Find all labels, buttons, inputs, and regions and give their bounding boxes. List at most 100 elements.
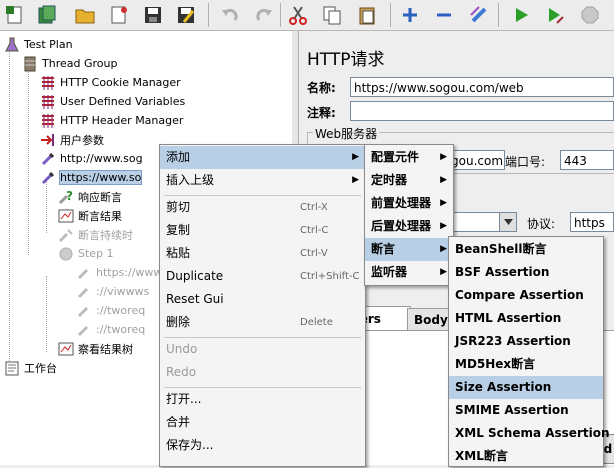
menu-item-post-processor[interactable]: 后置处理器 ▶: [365, 215, 453, 238]
tree-node-step1-child-2[interactable]: ://viwwws: [76, 282, 149, 301]
tree-node-thread-group[interactable]: Thread Group: [22, 54, 117, 73]
redo-icon[interactable]: [252, 3, 276, 27]
config-element-icon: [40, 75, 56, 91]
workbench-icon: [4, 360, 20, 376]
server-name-field[interactable]: gou.com: [447, 150, 505, 170]
submenu-arrow-icon: ▶: [440, 267, 447, 277]
assertion-icon: ?: [58, 189, 74, 205]
paste-icon[interactable]: [355, 3, 379, 27]
menu-item-reset-gui[interactable]: Reset Gui: [160, 288, 365, 311]
port-field[interactable]: 443: [560, 150, 614, 170]
menu-item-pre-processor[interactable]: 前置处理器 ▶: [365, 192, 453, 215]
expand-icon[interactable]: [398, 3, 422, 27]
stop-icon[interactable]: [578, 3, 602, 27]
tree-node-step-1[interactable]: Step 1: [58, 244, 114, 263]
menu-item-cut[interactable]: 剪切 Ctrl-X: [160, 196, 365, 219]
sampler-pipette-icon: [76, 303, 92, 319]
panel-title: HTTP请求: [307, 50, 385, 70]
menu-item-jsr223-assertion[interactable]: JSR223 Assertion: [449, 330, 603, 353]
new-template-icon[interactable]: [3, 3, 27, 27]
add-submenu: 配置元件 ▶ 定时器 ▶ 前置处理器 ▶ 后置处理器 ▶ 断言 ▶ 监听器 ▶: [364, 144, 454, 286]
menu-item-timer[interactable]: 定时器 ▶: [365, 169, 453, 192]
menu-item-insert-parent[interactable]: 插入上级 ▶: [160, 169, 365, 192]
comment-field[interactable]: [350, 101, 614, 121]
method-dropdown-arrow-icon[interactable]: [499, 212, 517, 232]
menu-item-save-as[interactable]: 保存为...: [160, 434, 365, 457]
templates-icon[interactable]: [35, 3, 59, 27]
start-no-pause-icon[interactable]: [543, 3, 567, 27]
sampler-pipette-icon: [40, 170, 56, 186]
menu-item-undo[interactable]: Undo: [160, 338, 365, 361]
menu-item-html-assertion[interactable]: HTML Assertion: [449, 307, 603, 330]
menu-item-open[interactable]: 打开...: [160, 388, 365, 411]
menu-item-assertion[interactable]: 断言 ▶: [365, 238, 453, 261]
menu-item-beanshell-assertion[interactable]: BeanShell断言: [449, 238, 603, 261]
tree-node-sampler-1[interactable]: http://www.sog: [40, 149, 143, 168]
menu-item-smime-assertion[interactable]: SMIME Assertion: [449, 399, 603, 422]
submenu-arrow-icon: ▶: [440, 175, 447, 185]
tree-node-cookie-manager[interactable]: HTTP Cookie Manager: [40, 73, 181, 92]
tree-node-response-assertion[interactable]: ? 响应断言: [58, 187, 122, 206]
menu-item-redo[interactable]: Redo: [160, 361, 365, 384]
sampler-pipette-icon: [40, 151, 56, 167]
submenu-arrow-icon: ▶: [440, 244, 447, 254]
submenu-arrow-icon: ▶: [352, 175, 359, 185]
submenu-arrow-icon: ▶: [440, 221, 447, 231]
menu-item-duplicate[interactable]: Duplicate Ctrl+Shift-C: [160, 265, 365, 288]
toolbar: [0, 0, 614, 31]
controller-icon: [58, 246, 74, 262]
save-as-icon[interactable]: [174, 3, 198, 27]
tree-node-sampler-2[interactable]: https://www.so: [40, 168, 143, 187]
protocol-field[interactable]: https: [570, 212, 614, 232]
sampler-pipette-icon: [76, 322, 92, 338]
menu-item-add[interactable]: 添加 ▶: [160, 146, 365, 169]
toggle-icon[interactable]: [467, 3, 491, 27]
comment-label: 注释:: [307, 106, 336, 120]
close-icon[interactable]: [107, 3, 131, 27]
menu-item-merge[interactable]: 合并: [160, 411, 365, 434]
tree-node-step1-child-3[interactable]: ://tworeq: [76, 301, 145, 320]
pre-processor-icon: [40, 132, 56, 148]
tree-node-test-plan[interactable]: Test Plan: [4, 35, 73, 54]
cut-icon[interactable]: [286, 3, 310, 27]
submenu-arrow-icon: ▶: [352, 152, 359, 162]
config-element-icon: [40, 94, 56, 110]
menu-item-config-element[interactable]: 配置元件 ▶: [365, 146, 453, 169]
menu-item-xml-schema-assertion[interactable]: XML Schema Assertion: [449, 422, 610, 445]
listener-chart-icon: [58, 341, 74, 357]
sampler-pipette-icon: [76, 265, 92, 281]
open-icon[interactable]: [73, 3, 97, 27]
sampler-pipette-icon: [76, 284, 92, 300]
port-label: 端口号:: [505, 155, 546, 169]
context-menu: 添加 ▶ 插入上级 ▶ 剪切 Ctrl-X 复制 Ctrl-C 粘贴 Ctrl-V Dup…: [159, 144, 366, 467]
tree-node-user-vars[interactable]: User Defined Variables: [40, 92, 185, 111]
tree-node-duration-assertion[interactable]: 断言持续时: [58, 225, 133, 244]
start-icon[interactable]: [509, 3, 533, 27]
assertion-submenu: BeanShell断言 BSF Assertion Compare Assert…: [448, 236, 610, 467]
menu-item-bsf-assertion[interactable]: BSF Assertion: [449, 261, 603, 284]
thread-group-icon: [22, 56, 38, 72]
save-icon[interactable]: [141, 3, 165, 27]
tree-node-view-results-tree[interactable]: 察看结果树: [58, 339, 133, 358]
assertion-icon: [58, 227, 74, 243]
copy-icon[interactable]: [320, 3, 344, 27]
tree-node-step1-child-4[interactable]: ://tworeq: [76, 320, 145, 339]
menu-item-delete[interactable]: 删除 Delete: [160, 311, 365, 334]
menu-item-copy[interactable]: 复制 Ctrl-C: [160, 219, 365, 242]
menu-item-md5hex-assertion[interactable]: MD5Hex断言: [449, 353, 603, 376]
submenu-arrow-icon: ▶: [440, 152, 447, 162]
menu-item-compare-assertion[interactable]: Compare Assertion: [449, 284, 603, 307]
name-field[interactable]: https://www.sogou.com/web: [350, 77, 614, 97]
tree-node-assertion-results[interactable]: 断言结果: [58, 206, 122, 225]
undo-icon[interactable]: [218, 3, 242, 27]
tree-node-user-params[interactable]: 用户参数: [40, 130, 104, 149]
menu-item-size-assertion[interactable]: Size Assertion: [449, 376, 603, 399]
tree-node-header-manager[interactable]: HTTP Header Manager: [40, 111, 183, 130]
tree-node-step1-child-1[interactable]: https://www: [76, 263, 162, 282]
collapse-icon[interactable]: [432, 3, 456, 27]
menu-item-listener[interactable]: 监听器 ▶: [365, 261, 453, 284]
tree-node-workbench[interactable]: 工作台: [4, 358, 57, 377]
name-label: 名称:: [307, 81, 336, 95]
menu-item-paste[interactable]: 粘贴 Ctrl-V: [160, 242, 365, 265]
web-server-legend: Web服务器: [313, 125, 380, 142]
